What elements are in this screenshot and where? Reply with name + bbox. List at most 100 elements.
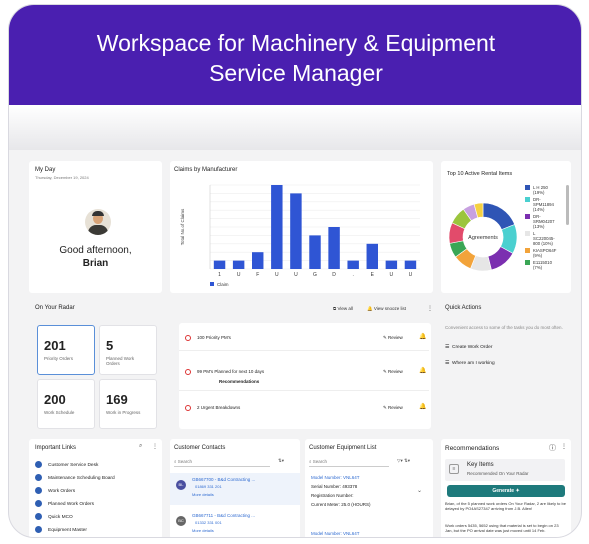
important-links-card: Important Links ⌕ ⋮ Customer Service Des… bbox=[29, 439, 162, 537]
legend-text: (19%) bbox=[533, 190, 545, 195]
bar[interactable] bbox=[252, 252, 264, 269]
contacts-sort-icon[interactable]: ⇅▾ bbox=[278, 458, 284, 464]
legend-text: 800 (10%) bbox=[533, 241, 553, 246]
contact-phone[interactable]: 01332 331 001 bbox=[195, 520, 222, 525]
radar-item[interactable]: 2 Urgent Breakdowns ✎ Review 🔔 bbox=[179, 397, 429, 421]
more-details-link[interactable]: More details bbox=[192, 492, 214, 497]
legend-swatch bbox=[210, 282, 214, 286]
x-tick-label: U bbox=[237, 272, 241, 278]
contact-item[interactable]: BL GB667700 - B&d Contracting ... 01869 … bbox=[170, 473, 300, 505]
x-tick-label: F bbox=[256, 272, 259, 278]
chevron-down-icon[interactable]: ⌄ bbox=[417, 487, 422, 494]
app-header-bar bbox=[9, 105, 581, 150]
link-label: Work Orders bbox=[48, 488, 76, 494]
snooze-bell-icon[interactable]: 🔔 bbox=[419, 367, 426, 374]
kpi-label: Work Schedule bbox=[44, 410, 75, 415]
link-equipment-master[interactable]: Equipment Master bbox=[35, 526, 87, 536]
link-maintenance-scheduling-board[interactable]: Maintenance Scheduling Board bbox=[35, 474, 115, 484]
links-search-icon[interactable]: ⌕ bbox=[139, 443, 142, 450]
more-icon[interactable]: ⋮ bbox=[427, 305, 433, 312]
legend-swatch bbox=[525, 197, 530, 202]
contact-item[interactable]: BC GB667711 - B&d Contracting ... 01332 … bbox=[170, 509, 300, 537]
contacts-search-placeholder: Search bbox=[177, 459, 193, 464]
equipment-model[interactable]: Model Number: VNL64T bbox=[311, 475, 360, 480]
legend-item: L SC220045- 800 (10%) bbox=[525, 231, 565, 246]
kpi-planned-work-orders[interactable]: 5 Planned Work Orders bbox=[99, 325, 157, 375]
view-all-link[interactable]: ⧉ View all bbox=[333, 306, 353, 311]
bar[interactable] bbox=[271, 185, 283, 269]
equipment-meter: Current Meter: 25.0 (HOURS) bbox=[311, 502, 371, 507]
more-details-link[interactable]: More details bbox=[192, 528, 214, 533]
kpi-work-in-progress[interactable]: 169 Work in Progress bbox=[99, 379, 157, 429]
equipment-registration: Registration Number: bbox=[311, 493, 354, 498]
review-button[interactable]: ✎ Review bbox=[383, 335, 403, 341]
bar[interactable] bbox=[385, 260, 398, 269]
contacts-search-input[interactable]: ⌕ Search bbox=[174, 457, 270, 467]
alert-icon bbox=[185, 369, 191, 375]
x-tick-label: U bbox=[409, 272, 413, 278]
bar[interactable] bbox=[309, 235, 321, 269]
title-banner: Workspace for Machinery & Equipment Serv… bbox=[9, 5, 581, 105]
search-icon: ⌕ bbox=[309, 459, 312, 464]
bar[interactable] bbox=[232, 260, 245, 269]
kpi-work-schedule[interactable]: 200 Work Schedule bbox=[37, 379, 95, 429]
banner-title-line2: Service Manager bbox=[209, 60, 383, 86]
donut-slice[interactable] bbox=[482, 202, 516, 231]
kpi-priority-orders[interactable]: 201 Priority Orders bbox=[37, 325, 95, 375]
contact-avatar: BC bbox=[176, 516, 186, 526]
recs-more-icon[interactable]: ⋮ bbox=[561, 443, 567, 450]
link-work-orders[interactable]: Work Orders bbox=[35, 487, 75, 497]
equipment-filter-icon[interactable]: ▽▾ ⇅▾ bbox=[397, 458, 410, 464]
contact-name-link[interactable]: GB667711 - B&d Contracting ... bbox=[192, 513, 255, 518]
my-day-card: My Day Thursday, December 19, 2024 Good … bbox=[29, 161, 162, 293]
legend-swatch bbox=[525, 185, 530, 190]
link-customer-service-desk[interactable]: Customer Service Desk bbox=[35, 461, 98, 471]
equipment-search-input[interactable]: ⌕ Search bbox=[309, 457, 389, 467]
generate-label: Generate bbox=[492, 488, 515, 494]
contact-phone[interactable]: 01869 331 201 bbox=[195, 484, 222, 489]
bar[interactable] bbox=[213, 260, 226, 269]
key-items-icon: ≡ bbox=[449, 464, 459, 474]
generate-button[interactable]: Generate ✦ bbox=[447, 485, 565, 497]
review-button[interactable]: ✎ Review bbox=[383, 369, 403, 375]
link-quick-mco[interactable]: Quick MCO bbox=[35, 513, 73, 523]
links-more-icon[interactable]: ⋮ bbox=[152, 443, 158, 450]
legend-text: (13%) bbox=[533, 224, 545, 229]
legend-swatch bbox=[525, 248, 530, 253]
bar[interactable] bbox=[404, 260, 417, 269]
info-icon[interactable]: ⓘ bbox=[549, 443, 556, 453]
radar-item-label: 100 Priority PM's bbox=[197, 335, 231, 340]
link-label: Equipment Master bbox=[48, 527, 87, 533]
legend-label: Claim bbox=[217, 282, 229, 287]
bar[interactable] bbox=[366, 243, 378, 269]
bar[interactable] bbox=[328, 227, 340, 269]
view-all-label: View all bbox=[337, 306, 353, 311]
radar-item-label: 2 Urgent Breakdowns bbox=[197, 405, 241, 410]
kpi-value: 200 bbox=[44, 392, 66, 407]
legend-swatch bbox=[525, 214, 530, 219]
where-am-i-working-action[interactable]: ☰ Where am I working bbox=[445, 361, 495, 366]
rental-items-card: Top 10 Active Rental Items Agreements L … bbox=[441, 161, 571, 293]
snooze-bell-icon[interactable]: 🔔 bbox=[419, 333, 426, 340]
link-label: Customer Service Desk bbox=[48, 462, 99, 468]
recommendation-text-2: Work orders 5435, 5652 using that materi… bbox=[445, 523, 559, 533]
review-button[interactable]: ✎ Review bbox=[383, 405, 403, 411]
recommendation-text-1: Brian, of the 5 planned work orders On Y… bbox=[445, 501, 566, 511]
x-tick-label: G bbox=[313, 272, 317, 278]
equipment-model-2[interactable]: Model Number: VNL64T bbox=[311, 531, 360, 536]
snooze-icon: 🔔 bbox=[367, 306, 373, 311]
alert-icon bbox=[185, 405, 191, 411]
snooze-bell-icon[interactable]: 🔔 bbox=[419, 403, 426, 410]
create-work-order-label: Create Work Order bbox=[451, 345, 493, 350]
radar-item[interactable]: 99 PM's Planned for next 10 days Recomme… bbox=[179, 361, 429, 391]
legend-scrollbar[interactable] bbox=[566, 185, 569, 225]
view-snooze-link[interactable]: 🔔 View snooze list bbox=[367, 306, 406, 312]
contact-name-link[interactable]: GB667700 - B&d Contracting ... bbox=[192, 477, 255, 482]
bar[interactable] bbox=[347, 260, 359, 269]
link-planned-work-orders[interactable]: Planned Work Orders bbox=[35, 500, 94, 510]
donut-center-label: Agreements bbox=[468, 235, 498, 241]
radar-item[interactable]: 100 Priority PM's ✎ Review 🔔 bbox=[179, 327, 429, 351]
bar[interactable] bbox=[290, 193, 302, 269]
create-work-order-action[interactable]: ☰ Create Work Order bbox=[445, 345, 492, 350]
kpi-value: 5 bbox=[106, 338, 114, 353]
